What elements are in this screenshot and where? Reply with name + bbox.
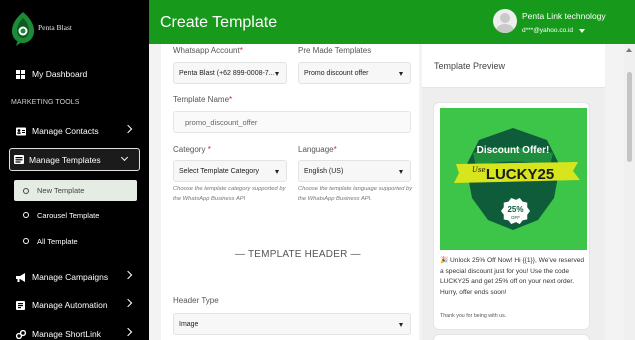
template-name-input[interactable]: promo_discount_offer	[173, 111, 411, 133]
circle-icon	[23, 187, 29, 194]
sidebar-subitem-label: All Template	[37, 236, 78, 246]
sidebar-subitem-label: New Template	[37, 186, 85, 195]
header-type-value: Image	[179, 320, 199, 328]
templates-icon	[14, 155, 24, 164]
preview-message-text: 🎉 Unlock 25% Off Now! Hi {{1}}, We've re…	[440, 257, 585, 296]
template-name-label: Template Name*	[173, 95, 233, 104]
script-text: Use	[472, 166, 486, 174]
sidebar: Penta Blast My Dashboard MARKETING TOOLS…	[0, 0, 149, 340]
premade-templates-select[interactable]: Promo discount offer	[298, 62, 411, 84]
brand-logo-icon	[12, 12, 34, 46]
sidebar-subitem-new-template[interactable]: New Template	[14, 180, 137, 201]
template-name-value: promo_discount_offer	[185, 117, 258, 127]
language-label: Language*	[298, 145, 337, 154]
preview-second-card	[433, 334, 590, 340]
badge-sub: OFF	[511, 215, 520, 220]
header-type-label: Header Type	[173, 296, 219, 305]
sidebar-item-label: Manage Templates	[29, 154, 101, 165]
avatar-head	[500, 13, 510, 23]
whatsapp-account-select[interactable]: Penta Blast (+62 899-0008-7...	[173, 62, 287, 84]
caret-down-icon	[399, 323, 403, 327]
category-hint: Choose the template category supported b…	[173, 186, 286, 202]
preview-footer-text: Thank you for being with us.	[440, 313, 507, 319]
chevron-right-icon	[123, 327, 133, 337]
premade-templates-label: Pre Made Templates	[298, 46, 372, 55]
sidebar-item-automation[interactable]: Manage Automation	[0, 294, 149, 316]
code-text: LUCKY25	[486, 166, 554, 183]
sidebar-subitem-label: Carousel Template	[37, 210, 100, 220]
language-hint: Choose the template language supported b…	[298, 186, 413, 202]
page-title: Create Template	[160, 14, 278, 31]
sidebar-item-dashboard[interactable]: My Dashboard	[0, 63, 149, 85]
sidebar-subitem-carousel-template[interactable]: Carousel Template	[0, 205, 149, 225]
preview-image: Discount Offer! Use LUCKY25 25% OFF	[440, 108, 587, 250]
caret-down-icon	[399, 72, 403, 76]
automation-icon	[16, 300, 25, 310]
sidebar-item-label: Manage Contacts	[32, 126, 99, 136]
badge-value: 25%	[507, 205, 523, 214]
avatar-body	[496, 24, 514, 33]
scrollbar-thumb[interactable]	[627, 72, 632, 162]
sidebar-item-shortlink[interactable]: Manage ShortLink	[0, 323, 149, 340]
circle-icon	[23, 238, 29, 244]
discount-banner-image: Discount Offer! Use LUCKY25 25% OFF	[440, 108, 587, 250]
category-select[interactable]: Select Template Category	[173, 160, 287, 182]
chevron-right-icon	[123, 124, 133, 134]
language-select[interactable]: English (US)	[298, 160, 411, 182]
caret-down-icon	[275, 72, 279, 76]
dashboard-icon	[16, 69, 25, 79]
megaphone-icon	[16, 272, 25, 282]
sidebar-item-label: Manage Automation	[32, 300, 108, 310]
caret-down-icon	[399, 170, 403, 174]
category-value: Select Template Category	[179, 167, 260, 175]
section-title: MARKETING TOOLS	[11, 99, 80, 106]
caret-down-icon[interactable]	[579, 29, 585, 33]
whatsapp-account-label: Whatsapp Account*	[173, 46, 243, 55]
sidebar-item-label: Manage ShortLink	[32, 329, 101, 339]
preview-title: Template Preview	[434, 61, 506, 71]
avatar[interactable]	[493, 9, 517, 33]
link-icon	[15, 329, 27, 339]
template-header-section-title: — TEMPLATE HEADER —	[235, 249, 361, 260]
caret-down-icon	[275, 170, 279, 174]
sidebar-subitem-all-template[interactable]: All Template	[0, 231, 149, 251]
user-name[interactable]: Penta Link technology	[522, 11, 606, 21]
sidebar-item-templates[interactable]: Manage Templates	[9, 148, 140, 171]
chevron-right-icon	[123, 270, 133, 280]
sidebar-item-label: My Dashboard	[32, 69, 88, 79]
user-email[interactable]: d***@yahoo.co.id	[522, 27, 573, 34]
sidebar-item-campaigns[interactable]: Manage Campaigns	[0, 266, 149, 288]
circle-icon	[23, 212, 29, 218]
header-type-select[interactable]: Image	[173, 313, 411, 335]
brand-name: Penta Blast	[38, 23, 72, 32]
chevron-right-icon	[123, 298, 133, 308]
sidebar-item-label: Manage Campaigns	[32, 272, 109, 282]
category-label: Category *	[173, 145, 211, 154]
whatsapp-account-value: Penta Blast (+62 899-0008-7...	[179, 69, 275, 77]
language-value: English (US)	[304, 167, 344, 175]
contacts-icon	[16, 127, 26, 136]
scroll-up-arrow-icon[interactable]	[626, 48, 632, 52]
chevron-down-icon	[120, 153, 129, 162]
banner-text: Discount Offer!	[477, 145, 550, 156]
top-header: Create Template Penta Link technology d*…	[149, 0, 635, 44]
sidebar-item-contacts[interactable]: Manage Contacts	[0, 120, 149, 142]
premade-templates-value: Promo discount offer	[304, 69, 369, 77]
brand[interactable]: Penta Blast	[8, 10, 138, 50]
